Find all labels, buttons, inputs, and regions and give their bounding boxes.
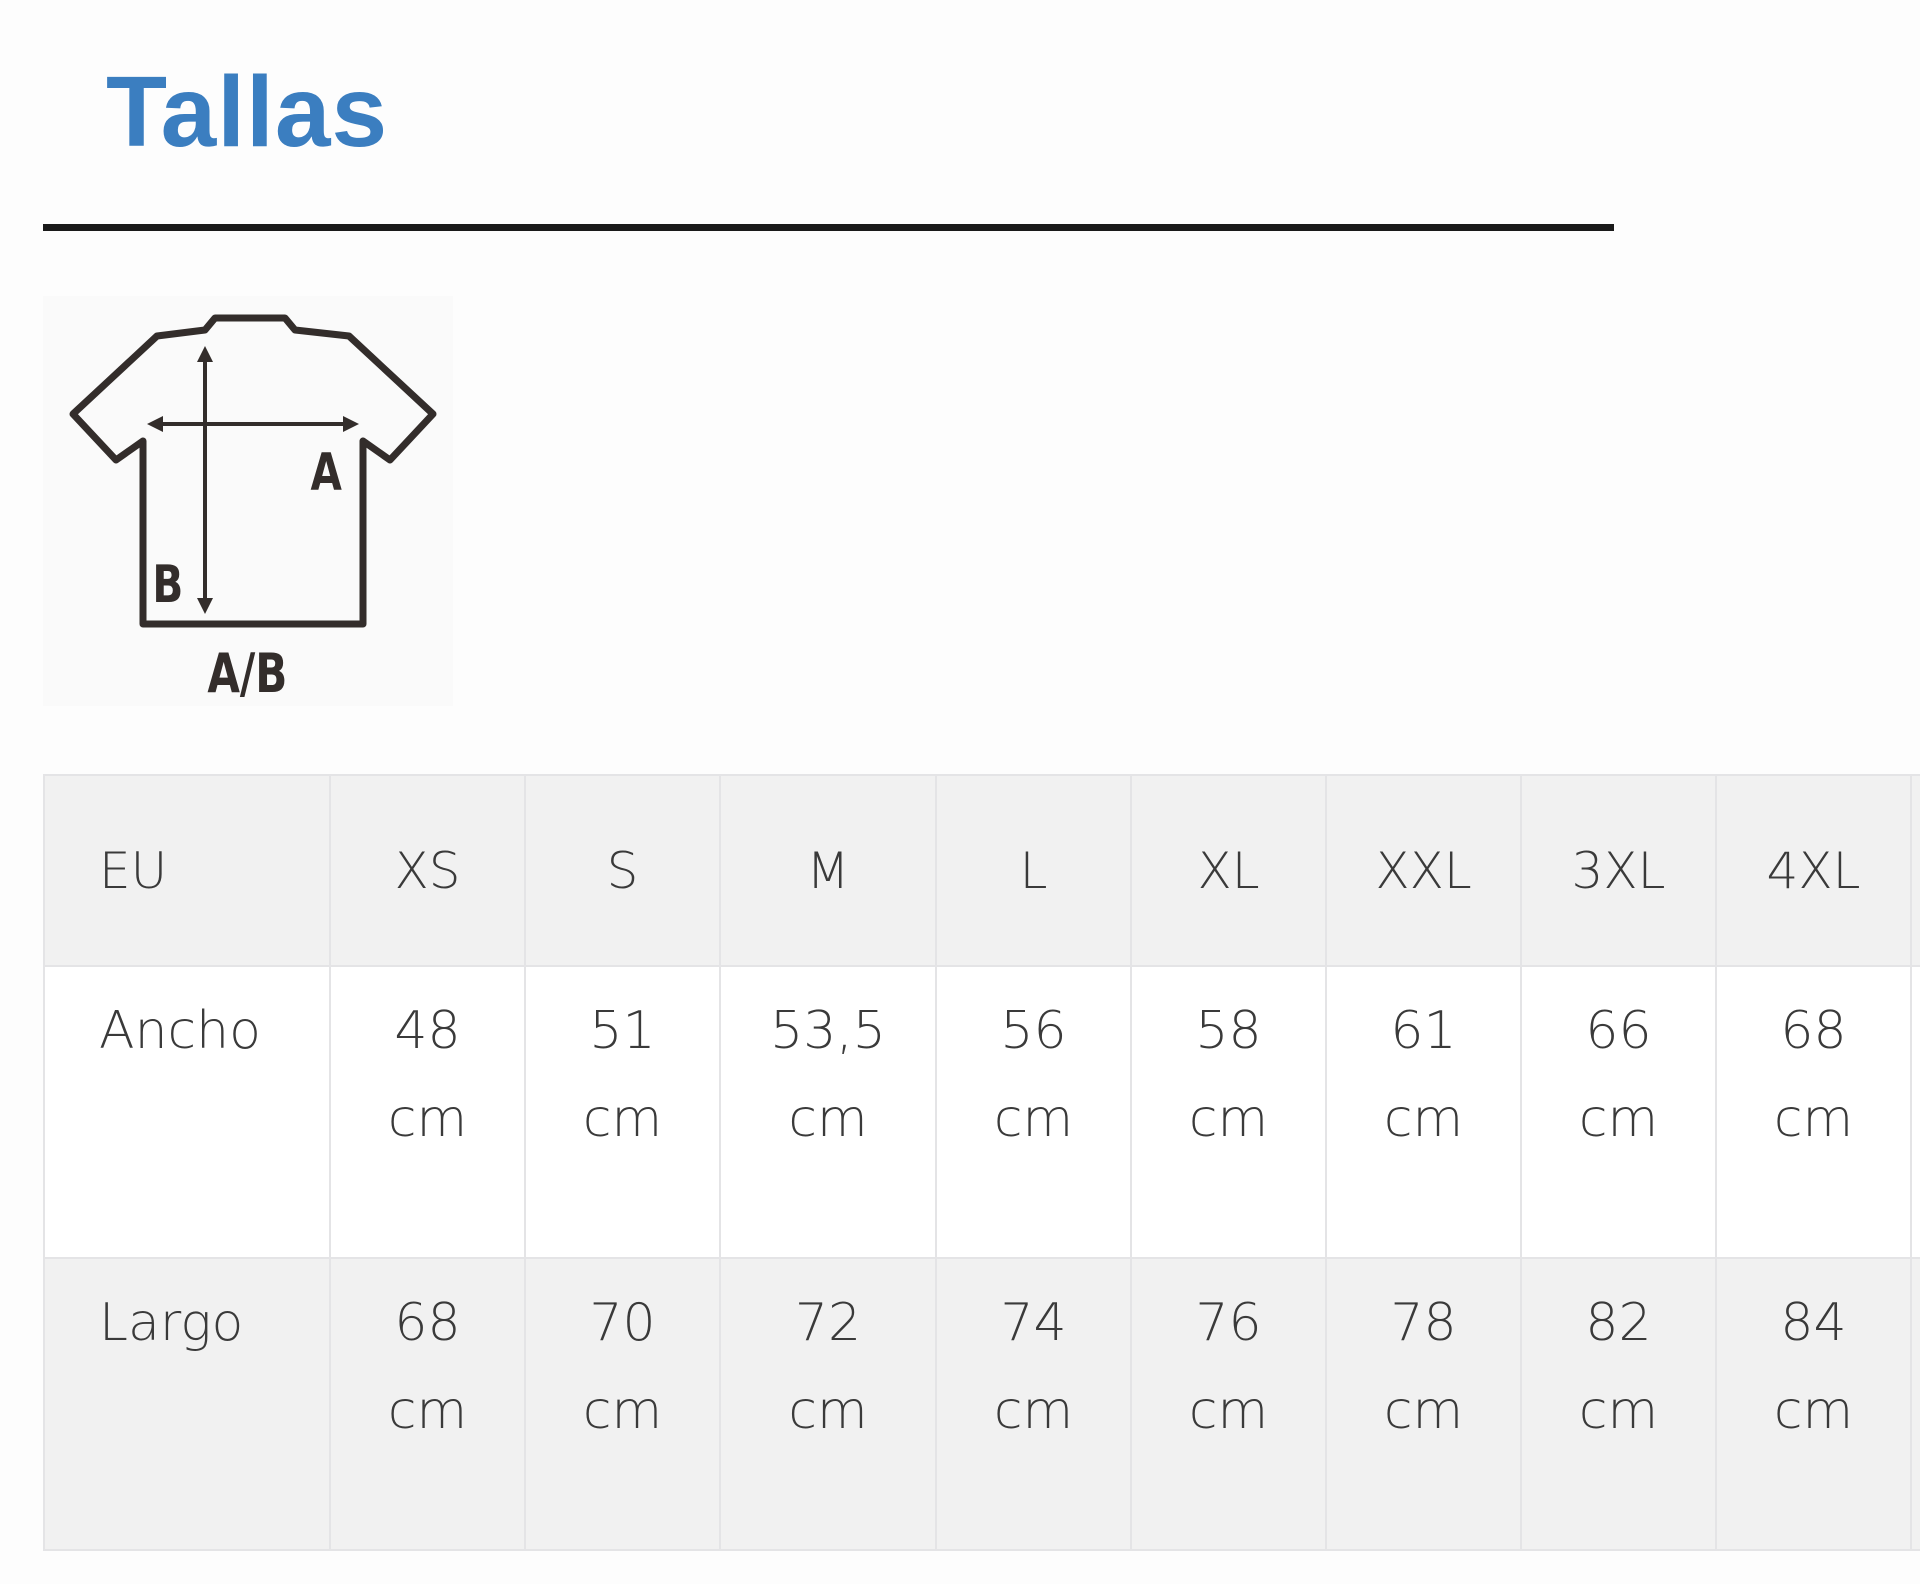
table-cell: 53,5 cm <box>719 965 937 1259</box>
title-divider <box>43 224 1614 231</box>
table-row-ancho: Ancho 48 cm 51 cm 53,5 cm 56 cm 58 cm 61 cm 66… <box>43 965 1920 1259</box>
table-header-row: EU XS S M L XL XXL 3XL 4XL <box>43 774 1920 967</box>
table-cell: 68 cm <box>1715 965 1912 1259</box>
table-cell-overflow <box>1910 1257 1920 1551</box>
table-cell: 68 cm <box>329 1257 526 1551</box>
table-cell-overflow <box>1910 965 1920 1259</box>
table-cell: 72 cm <box>719 1257 937 1551</box>
header-cell-l: L <box>935 774 1132 967</box>
table-cell: 74 cm <box>935 1257 1132 1551</box>
page-title: Tallas <box>106 56 389 168</box>
table-cell: 70 cm <box>524 1257 721 1551</box>
header-cell-xxl: XXL <box>1325 774 1522 967</box>
header-cell-xl: XL <box>1130 774 1327 967</box>
header-cell-s: S <box>524 774 721 967</box>
table-cell: 84 cm <box>1715 1257 1912 1551</box>
t-shirt-measurement-icon: A B A/B <box>43 296 453 706</box>
table-cell: 76 cm <box>1130 1257 1327 1551</box>
header-cell-xs: XS <box>329 774 526 967</box>
table-cell: 82 cm <box>1520 1257 1717 1551</box>
shirt-outline <box>69 314 437 628</box>
table-cell: 61 cm <box>1325 965 1522 1259</box>
label-a: A <box>310 442 341 502</box>
size-chart-table: EU XS S M L XL XXL 3XL 4XL Ancho 48 cm 51… <box>43 774 1920 1551</box>
table-cell: 48 cm <box>329 965 526 1259</box>
label-ab: A/B <box>207 643 287 705</box>
header-cell-m: M <box>719 774 937 967</box>
table-cell: 58 cm <box>1130 965 1327 1259</box>
table-cell: 56 cm <box>935 965 1132 1259</box>
label-b: B <box>152 554 183 614</box>
row-label-largo: Largo <box>43 1257 331 1551</box>
header-cell-4xl: 4XL <box>1715 774 1912 967</box>
table-cell: 51 cm <box>524 965 721 1259</box>
header-cell-3xl: 3XL <box>1520 774 1717 967</box>
table-cell: 66 cm <box>1520 965 1717 1259</box>
header-cell-overflow <box>1910 774 1920 967</box>
table-cell: 78 cm <box>1325 1257 1522 1551</box>
row-label-ancho: Ancho <box>43 965 331 1259</box>
header-cell-eu: EU <box>43 774 331 967</box>
table-row-largo: Largo 68 cm 70 cm 72 cm 74 cm 76 cm 78 cm 82 cm… <box>43 1257 1920 1551</box>
